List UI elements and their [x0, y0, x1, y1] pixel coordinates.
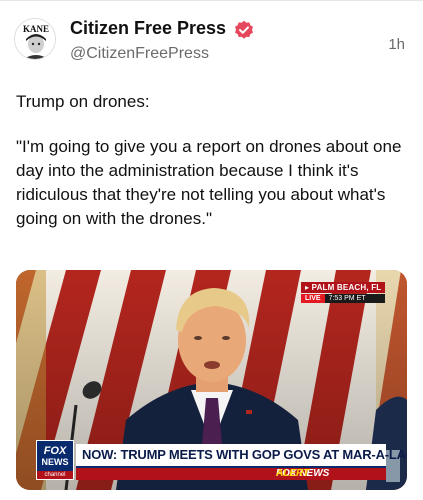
news-channel-logo: FOX NEWS channel: [36, 440, 74, 480]
news-headline-banner: NOW: TRUMP MEETS WITH GOP GOVS AT MAR-A-…: [76, 444, 407, 468]
post-line-quote: "I'm going to give you a report on drone…: [16, 137, 402, 228]
verified-badge-icon: [235, 20, 253, 39]
author-handle[interactable]: @CitizenFreePress: [70, 45, 209, 63]
news-alert-bar: FOX NEWS ALERT: [76, 468, 386, 480]
avatar[interactable]: KANE: [14, 18, 56, 60]
logo-line-1: FOX: [43, 445, 67, 457]
news-headline-text: NOW: TRUMP MEETS WITH GOP GOVS AT MAR-A-…: [82, 447, 407, 462]
live-time: 7:53 PM ET: [324, 294, 385, 303]
post-line-intro: Trump on drones:: [16, 92, 150, 111]
logo-line-3: channel: [37, 471, 73, 479]
post-text: Trump on drones: "I'm going to give you …: [16, 90, 411, 231]
location-banner: ▸ PALM BEACH, FL LIVE 7:53 PM ET: [301, 282, 385, 303]
location-label: ▸ PALM BEACH, FL: [301, 282, 385, 293]
alert-word: ALERT: [276, 468, 310, 479]
avatar-image: KANE: [15, 19, 55, 59]
post-media-video[interactable]: ▸ PALM BEACH, FL LIVE 7:53 PM ET FOX NEW…: [16, 270, 407, 490]
location-text: PALM BEACH, FL: [311, 283, 382, 292]
logo-line-2: NEWS: [41, 457, 69, 467]
author-name[interactable]: Citizen Free Press: [70, 18, 226, 39]
top-divider: [0, 0, 423, 1]
live-badge: LIVE: [301, 294, 325, 303]
avatar-text: KANE: [23, 24, 49, 34]
post-timestamp: 1h: [388, 36, 405, 53]
